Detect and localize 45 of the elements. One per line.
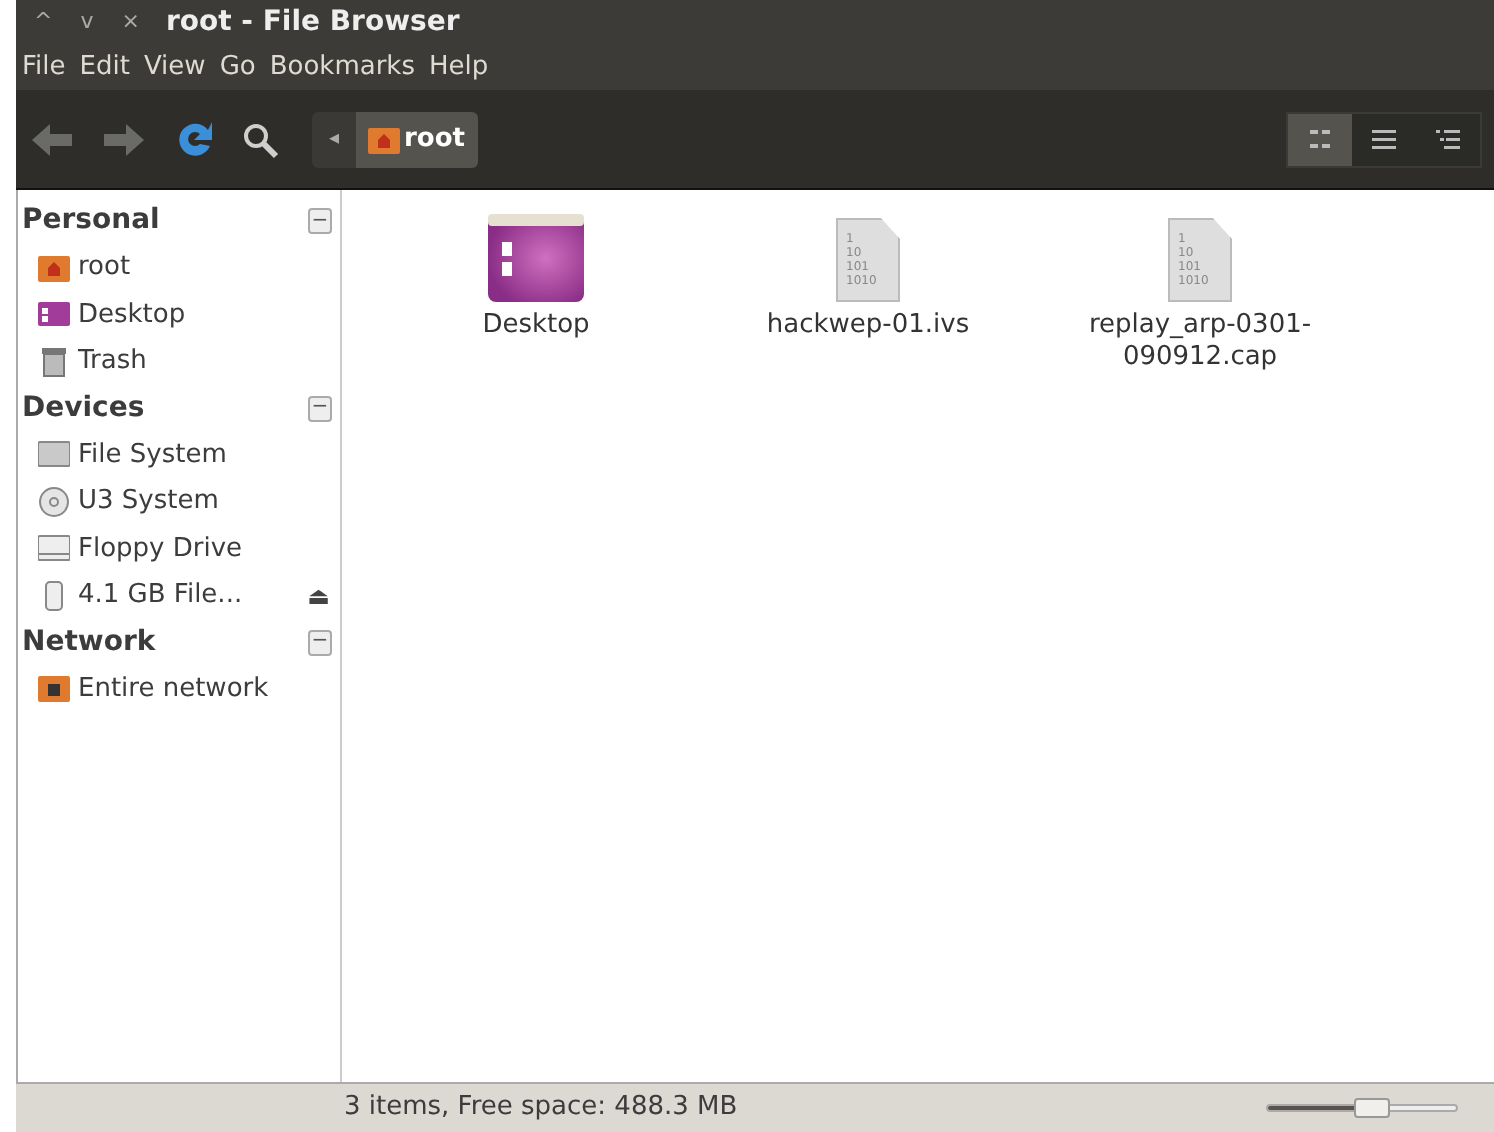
collapse-button[interactable]: − bbox=[308, 395, 332, 421]
sidebar-item[interactable]: U3 System bbox=[18, 478, 340, 525]
window-control-button[interactable]: ^ bbox=[32, 5, 55, 39]
network-folder-icon bbox=[38, 674, 70, 703]
slider-thumb[interactable] bbox=[1353, 1098, 1390, 1118]
collapse-button[interactable]: − bbox=[308, 629, 332, 655]
menu-item[interactable]: Edit bbox=[79, 47, 130, 87]
list-view-icon bbox=[1372, 127, 1396, 151]
sidebar-item[interactable]: Desktop bbox=[18, 291, 340, 338]
drive-icon bbox=[38, 534, 70, 563]
trash-icon bbox=[40, 345, 68, 378]
sidebar-section-title: Devices bbox=[22, 389, 145, 427]
sidebar-section-title: Network bbox=[22, 623, 156, 661]
file-tile[interactable]: Desktop bbox=[394, 210, 678, 342]
sidebar-item[interactable]: Floppy Drive bbox=[18, 525, 340, 572]
sidebar-item[interactable]: File System bbox=[18, 431, 340, 478]
sidebar-item[interactable]: Entire network bbox=[18, 665, 340, 712]
view-button[interactable] bbox=[1288, 113, 1352, 165]
compact-view-icon bbox=[1436, 127, 1460, 151]
usb-stick-icon bbox=[44, 579, 64, 612]
grid-view-icon bbox=[1308, 127, 1332, 151]
window-control-button[interactable]: v bbox=[78, 5, 96, 39]
window-control-button[interactable]: × bbox=[119, 5, 142, 39]
sidebar-item[interactable]: root bbox=[18, 244, 340, 291]
hard-drive-icon bbox=[38, 440, 70, 469]
home-folder-icon bbox=[38, 253, 70, 282]
home-folder-icon bbox=[368, 125, 400, 153]
sidebar-item[interactable]: Trash bbox=[18, 338, 340, 385]
path-button[interactable]: root bbox=[356, 111, 477, 167]
menu-item[interactable]: Bookmarks bbox=[269, 47, 415, 87]
menu-item[interactable]: Go bbox=[219, 47, 256, 87]
disc-icon bbox=[38, 485, 70, 518]
desktop-icon bbox=[38, 300, 70, 329]
desktop-folder-icon bbox=[488, 214, 584, 302]
menu-item[interactable]: View bbox=[143, 47, 206, 87]
search-icon[interactable] bbox=[240, 119, 280, 159]
path-back-button[interactable]: ◂ bbox=[312, 111, 356, 167]
status-text: 3 items, Free space: 488.3 MB bbox=[344, 1090, 738, 1127]
menu-item[interactable]: Help bbox=[428, 47, 489, 87]
sidebar-section-title: Personal bbox=[22, 202, 160, 240]
window-title: root - File Browser bbox=[165, 3, 460, 41]
menu-item[interactable]: File bbox=[22, 47, 66, 87]
eject-button[interactable]: ⏏ bbox=[307, 577, 330, 614]
sidebar-item[interactable]: 4.1 GB File... ⏏ bbox=[18, 572, 340, 619]
collapse-button[interactable]: − bbox=[308, 208, 332, 234]
